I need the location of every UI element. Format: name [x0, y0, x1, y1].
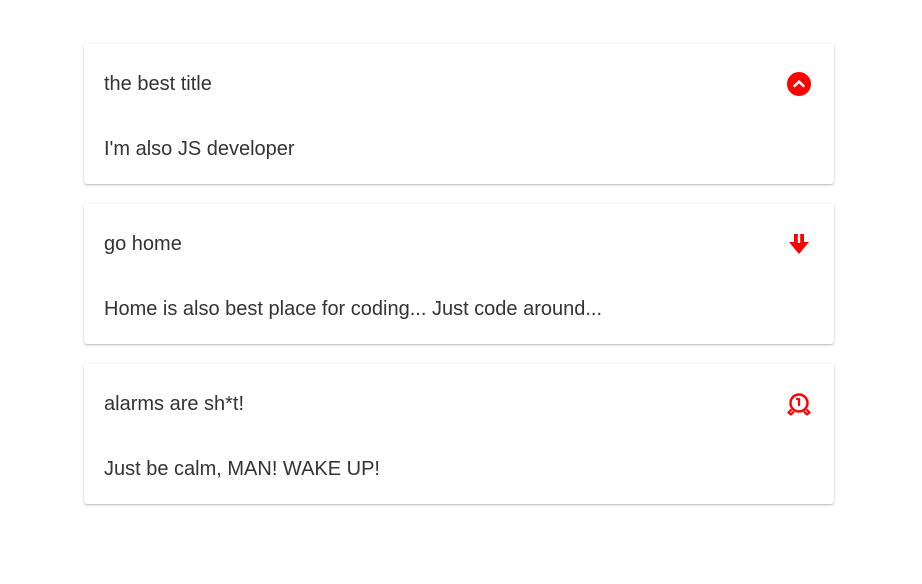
note-body: I'm also JS developer — [104, 138, 295, 160]
alarm-icon[interactable] — [786, 391, 812, 417]
note-card[interactable]: alarms are sh*t! Just be calm, MAN! WAKE… — [84, 364, 834, 504]
note-card[interactable]: go home Home is also best place for codi… — [84, 204, 834, 344]
note-body: Home is also best place for coding... Ju… — [104, 298, 603, 320]
chevron-up-circle-icon[interactable] — [786, 71, 812, 97]
note-body: Just be calm, MAN! WAKE UP! — [104, 458, 380, 480]
notes-list: the best title I'm also JS developer go … — [84, 44, 834, 524]
note-title: alarms are sh*t! — [104, 393, 245, 415]
note-title: the best title — [104, 73, 212, 95]
note-title: go home — [104, 233, 182, 255]
note-card[interactable]: the best title I'm also JS developer — [84, 44, 834, 184]
arrow-down-bold-icon[interactable] — [786, 231, 812, 257]
